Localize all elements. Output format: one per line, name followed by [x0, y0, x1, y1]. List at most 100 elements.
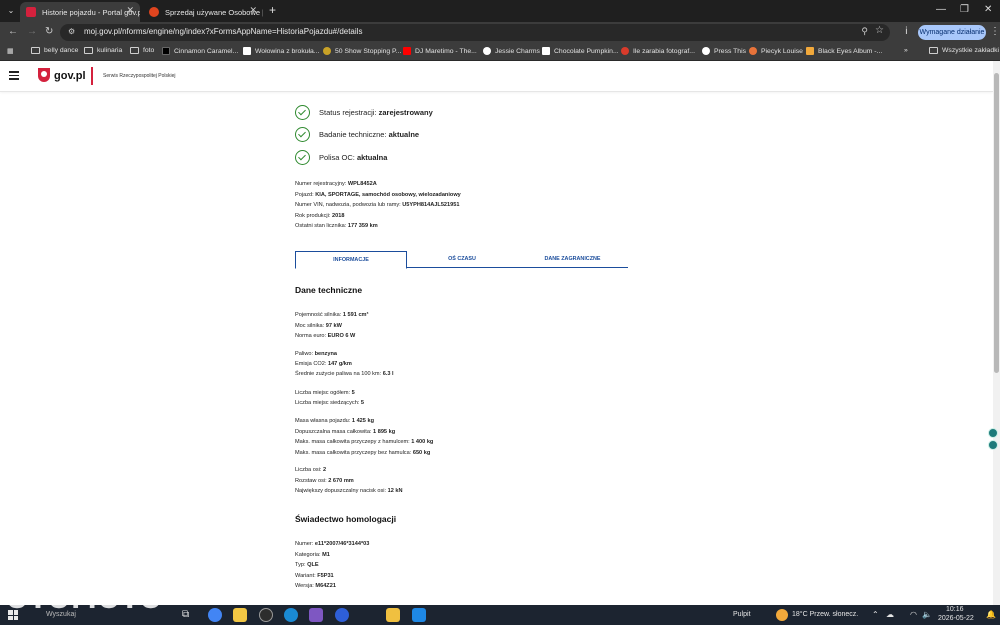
- notifications-icon[interactable]: 🔔: [986, 610, 996, 619]
- status-registration: Status rejestracji: zarejestrowany: [295, 104, 433, 120]
- scrollbar-thumb[interactable]: [994, 73, 999, 373]
- reload-icon[interactable]: ↻: [45, 26, 53, 38]
- page-scrollbar[interactable]: [993, 61, 1000, 605]
- tab-informacje[interactable]: INFORMACJE: [295, 251, 407, 269]
- bookmark-item[interactable]: Piecyk Louise: [749, 47, 803, 55]
- tray-chevron-icon[interactable]: ⌃: [872, 610, 879, 619]
- volume-icon[interactable]: 🔈: [922, 610, 932, 619]
- task-view-icon[interactable]: ⧉: [182, 609, 189, 620]
- bookmark-label: Wszystkie zakładki: [942, 47, 1000, 54]
- site-favicon-icon: [702, 47, 710, 55]
- desktop-button[interactable]: Pulpit: [733, 611, 751, 618]
- tab-otomoto[interactable]: Sprzedaj używane Osobowe | O ✕: [143, 2, 263, 22]
- info-label: Emisja CO2:: [295, 361, 328, 367]
- site-favicon-icon: [749, 47, 757, 55]
- address-bar[interactable]: ⚙ moj.gov.pl/nforms/engine/ng/index?xFor…: [60, 24, 890, 41]
- remote-app-icon[interactable]: [412, 608, 426, 622]
- edge-icon[interactable]: [284, 608, 298, 622]
- bookmark-label: Cinnamon Caramel...: [174, 47, 239, 55]
- tab-dane-zagraniczne[interactable]: DANE ZAGRANICZNE: [517, 251, 628, 268]
- bookmark-item[interactable]: DJ Maretimo - The...: [403, 47, 477, 55]
- menu-icon[interactable]: ⋮: [990, 26, 1000, 37]
- bookmark-folder[interactable]: kulinaria: [84, 47, 122, 54]
- status-value: aktualne: [388, 129, 420, 139]
- forward-icon[interactable]: →: [27, 26, 37, 38]
- seats-sitting: Liczba miejsc siedzących: 5: [295, 400, 364, 406]
- minimize-button[interactable]: —: [936, 4, 946, 16]
- otomoto-watermark: OTOMOTO: [6, 585, 163, 615]
- all-bookmarks-folder[interactable]: Wszystkie zakładki: [929, 47, 999, 54]
- close-tab-icon[interactable]: ✕: [249, 5, 257, 16]
- bookmark-item[interactable]: Press This: [702, 47, 746, 55]
- chrome-icon[interactable]: [208, 608, 222, 622]
- bookmark-item[interactable]: Ile zarabia fotograf...: [621, 47, 695, 55]
- extensions-icon[interactable]: ⅰ: [905, 26, 908, 37]
- site-header: gov.pl Serwis Rzeczypospolitej Polskiej: [0, 61, 993, 92]
- bookmark-item[interactable]: Chocolate Pumpkin...: [542, 47, 619, 55]
- info-value: 1 400 kg: [411, 439, 434, 445]
- info-value: 5: [351, 390, 355, 396]
- settings-icon[interactable]: [259, 608, 273, 622]
- wifi-icon[interactable]: ◠: [910, 610, 917, 619]
- status-value: aktualna: [356, 152, 388, 162]
- fuel-type: Paliwo: benzyna: [295, 351, 337, 357]
- required-action-button[interactable]: Wymagane działanie: [918, 25, 986, 40]
- tab-historie-pojazdu[interactable]: Historie pojazdu - Portal gov.pl ✕: [20, 2, 140, 22]
- clock-date[interactable]: 2026-05-22: [938, 615, 974, 622]
- site-favicon-icon: [243, 47, 251, 55]
- browser-window: ⌄ Historie pojazdu - Portal gov.pl ✕ Spr…: [0, 0, 1000, 625]
- folder-icon: [929, 47, 938, 54]
- url-text[interactable]: moj.gov.pl/nforms/engine/ng/index?xForms…: [84, 27, 362, 36]
- weather-text[interactable]: 18°C Przew. słonecz.: [792, 611, 858, 618]
- folder-icon: [84, 47, 93, 54]
- tab-search-icon[interactable]: ⌄: [5, 5, 17, 17]
- info-value: 2: [322, 467, 327, 473]
- maximize-button[interactable]: ❐: [960, 4, 969, 16]
- close-tab-icon[interactable]: ✕: [126, 5, 134, 16]
- info-value: 147 g/km: [327, 361, 352, 367]
- wheelbase: Rozstaw osi: 2 670 mm: [295, 478, 354, 484]
- info-value: EURO 6 W: [327, 333, 356, 339]
- info-label: Największy dopuszczalny nacisk osi:: [295, 488, 388, 494]
- bookmark-folder[interactable]: foto: [130, 47, 154, 54]
- weather-icon: [776, 609, 788, 621]
- status-insurance: Polisa OC: aktualna: [295, 149, 387, 165]
- bookmark-item[interactable]: 50 Show Stopping P...: [323, 47, 401, 55]
- site-favicon-icon: [323, 47, 331, 55]
- network-icon[interactable]: ☁: [886, 610, 894, 619]
- site-logo[interactable]: gov.pl: [54, 70, 86, 82]
- close-window-button[interactable]: ✕: [984, 4, 992, 16]
- info-label: Dopuszczalna masa całkowita:: [295, 429, 374, 435]
- chat-widget-icon[interactable]: [988, 440, 998, 450]
- app-icon[interactable]: [335, 608, 349, 622]
- back-icon[interactable]: ←: [8, 26, 18, 38]
- tab-os-czasu[interactable]: OŚ CZASU: [407, 251, 517, 268]
- bookmarks-overflow-button[interactable]: »: [904, 47, 908, 54]
- new-tab-button[interactable]: +: [269, 4, 276, 16]
- homologation-version: Wersja: M64Z21: [295, 583, 336, 589]
- bookmark-item[interactable]: Black Eyes Album -...: [806, 47, 882, 55]
- info-label: Ostatni stan licznika:: [295, 223, 348, 229]
- info-value: 2 670 mm: [328, 478, 354, 484]
- bookmark-item[interactable]: Wołowina z brokuła...: [243, 47, 319, 55]
- zoom-icon[interactable]: ⚲: [861, 26, 868, 37]
- apps-grid-icon[interactable]: ▦: [7, 47, 13, 55]
- bookmark-label: Piecyk Louise: [761, 47, 803, 55]
- file-explorer-icon[interactable]: [233, 608, 247, 622]
- info-label: Średnie zużycie paliwa na 100 km:: [295, 371, 383, 377]
- bookmark-item[interactable]: Cinnamon Caramel...: [162, 47, 238, 55]
- bookmark-folder[interactable]: belly dance: [31, 47, 78, 54]
- clock-time[interactable]: 10:16: [946, 606, 964, 613]
- hamburger-menu-icon[interactable]: [9, 71, 19, 80]
- folder-icon: [130, 47, 139, 54]
- store-icon[interactable]: [309, 608, 323, 622]
- vehicle-odometer: Ostatni stan licznika: 177 359 km: [295, 223, 378, 229]
- vehicle-model: Pojazd: KIA, SPORTAGE, samochód osobowy,…: [295, 192, 461, 198]
- bookmark-item[interactable]: Jessie Charms: [483, 47, 540, 55]
- accessibility-widget-icon[interactable]: [988, 428, 998, 438]
- site-info-icon[interactable]: ⚙: [68, 27, 75, 36]
- info-label: Pojemność silnika:: [295, 312, 343, 318]
- folder-app-icon[interactable]: [386, 608, 400, 622]
- info-value: e11*2007/46*3144*03: [314, 541, 370, 547]
- bookmark-star-icon[interactable]: ☆: [875, 25, 884, 36]
